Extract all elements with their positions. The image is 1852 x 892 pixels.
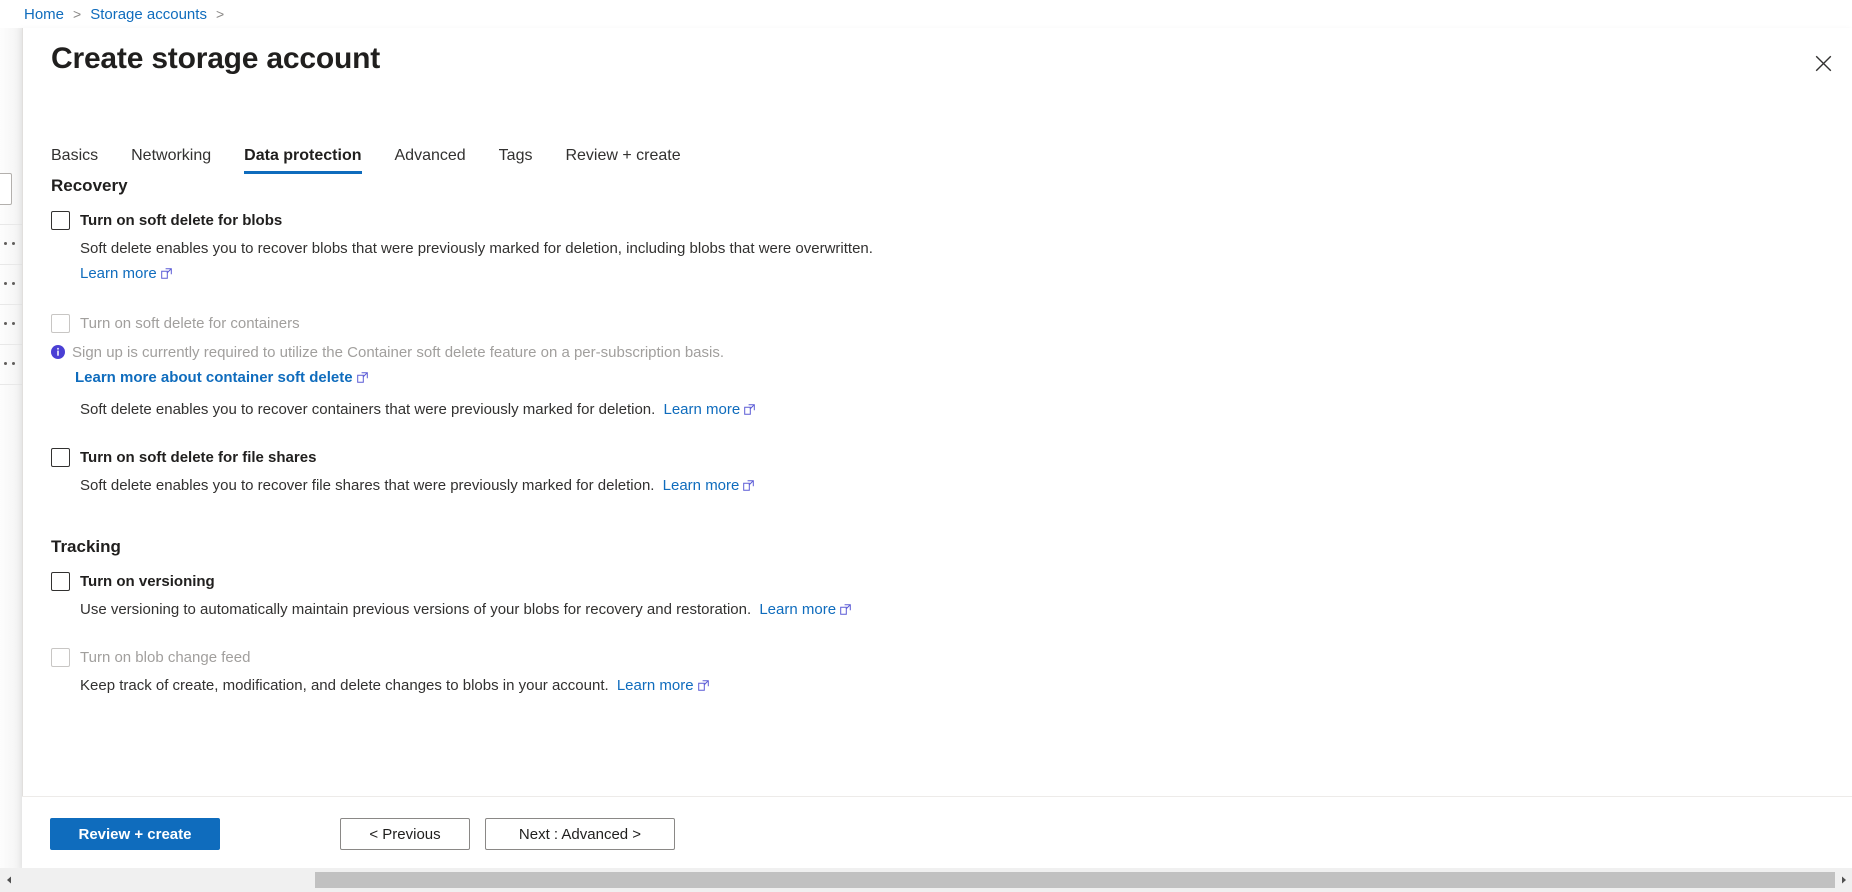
field-soft-delete-containers: Turn on soft delete for containers Sign … (51, 311, 1852, 421)
checkbox-versioning[interactable] (51, 572, 70, 591)
tab-advanced[interactable]: Advanced (395, 147, 466, 177)
background-input-field (0, 173, 12, 205)
description-text: Soft delete enables you to recover file … (80, 477, 654, 494)
learn-more-link-file-shares[interactable]: Learn more (663, 477, 740, 494)
checkbox-soft-delete-blobs[interactable] (51, 211, 70, 230)
external-link-icon (698, 677, 709, 697)
info-message-text: Sign up is currently required to utilize… (72, 343, 724, 362)
breadcrumb: Home > Storage accounts > (0, 0, 1852, 28)
wizard-footer: Review + create < Previous Next : Advanc… (22, 796, 1852, 868)
background-list-row (0, 384, 22, 424)
tab-networking[interactable]: Networking (131, 147, 211, 177)
description-blob-change-feed: Keep track of create, modification, and … (80, 676, 1852, 697)
wizard-tabs: Basics Networking Data protection Advanc… (51, 133, 681, 177)
description-soft-delete-containers: Soft delete enables you to recover conta… (80, 400, 1852, 421)
breadcrumb-item-storage-accounts[interactable]: Storage accounts (90, 6, 207, 23)
ellipsis-icon (4, 242, 15, 245)
checkbox-soft-delete-file-shares[interactable] (51, 448, 70, 467)
description-text: Keep track of create, modification, and … (80, 677, 609, 694)
ellipsis-icon (4, 282, 15, 285)
checkbox-label-soft-delete-containers: Turn on soft delete for containers (80, 315, 300, 332)
learn-more-wrapper-blobs: Learn more (80, 264, 1852, 285)
scrollbar-thumb[interactable] (315, 872, 1835, 888)
review-create-button[interactable]: Review + create (50, 818, 220, 850)
checkbox-label-soft-delete-blobs: Turn on soft delete for blobs (80, 212, 282, 229)
field-versioning: Turn on versioning Use versioning to aut… (51, 569, 1852, 621)
checkbox-label-blob-change-feed: Turn on blob change feed (80, 649, 250, 666)
checkbox-row-versioning[interactable]: Turn on versioning (51, 569, 1852, 593)
checkbox-label-soft-delete-file-shares: Turn on soft delete for file shares (80, 449, 316, 466)
background-list-row (0, 264, 22, 304)
field-soft-delete-file-shares: Turn on soft delete for file shares Soft… (51, 445, 1852, 497)
description-text: Soft delete enables you to recover conta… (80, 401, 655, 418)
section-heading-recovery: Recovery (51, 176, 1852, 196)
checkbox-row-soft-delete-containers: Turn on soft delete for containers (51, 311, 1852, 335)
background-list-panel (0, 28, 22, 868)
learn-more-link-versioning[interactable]: Learn more (759, 601, 836, 618)
scroll-right-arrow-icon[interactable] (1835, 868, 1852, 892)
breadcrumb-item-home[interactable]: Home (24, 6, 64, 23)
close-icon[interactable] (1802, 42, 1844, 84)
description-text: Use versioning to automatically maintain… (80, 601, 751, 618)
azure-portal-blade-screen: Home > Storage accounts > Create storage… (0, 0, 1852, 892)
info-icon (51, 345, 65, 364)
learn-more-link-change-feed[interactable]: Learn more (617, 677, 694, 694)
description-soft-delete-blobs: Soft delete enables you to recover blobs… (80, 239, 1852, 285)
description-versioning: Use versioning to automatically maintain… (80, 600, 1852, 621)
next-advanced-button[interactable]: Next : Advanced > (485, 818, 675, 850)
tab-basics[interactable]: Basics (51, 147, 98, 177)
page-title: Create storage account (51, 42, 380, 76)
field-blob-change-feed: Turn on blob change feed Keep track of c… (51, 645, 1852, 697)
previous-button[interactable]: < Previous (340, 818, 470, 850)
external-link-icon (357, 369, 368, 388)
learn-more-about-container-soft-delete-link[interactable]: Learn more about container soft delete (75, 369, 353, 386)
external-link-icon (161, 265, 172, 285)
external-link-icon (744, 401, 755, 421)
background-list-row (0, 344, 22, 384)
horizontal-scrollbar[interactable] (0, 868, 1852, 892)
checkbox-row-soft-delete-file-shares[interactable]: Turn on soft delete for file shares (51, 445, 1852, 469)
learn-more-link-containers[interactable]: Learn more (664, 401, 741, 418)
checkbox-label-versioning: Turn on versioning (80, 573, 215, 590)
create-storage-account-blade: Create storage account Basics Networking… (22, 28, 1852, 868)
field-soft-delete-blobs: Turn on soft delete for blobs Soft delet… (51, 208, 1852, 285)
info-message-container-signup: Sign up is currently required to utilize… (51, 343, 1852, 364)
ellipsis-icon (4, 362, 15, 365)
checkbox-soft-delete-containers (51, 314, 70, 333)
tab-review-create[interactable]: Review + create (565, 147, 680, 177)
background-list-row (0, 224, 22, 264)
ellipsis-icon (4, 322, 15, 325)
description-soft-delete-file-shares: Soft delete enables you to recover file … (80, 476, 1852, 497)
breadcrumb-separator-trailing: > (216, 6, 224, 22)
background-list-row (0, 304, 22, 344)
scroll-left-arrow-icon[interactable] (0, 868, 17, 892)
checkbox-blob-change-feed (51, 648, 70, 667)
checkbox-row-soft-delete-blobs[interactable]: Turn on soft delete for blobs (51, 208, 1852, 232)
tab-tags[interactable]: Tags (499, 147, 533, 177)
checkbox-row-blob-change-feed: Turn on blob change feed (51, 645, 1852, 669)
description-text: Soft delete enables you to recover blobs… (80, 240, 873, 257)
section-heading-tracking: Tracking (51, 537, 1852, 557)
breadcrumb-separator: > (73, 6, 81, 22)
tab-data-protection[interactable]: Data protection (244, 147, 361, 177)
scrollbar-track[interactable] (17, 868, 1835, 892)
external-link-icon (743, 477, 754, 497)
info-learn-more-line: Learn more about container soft delete (75, 368, 1852, 388)
data-protection-form: Recovery Turn on soft delete for blobs S… (51, 176, 1852, 772)
external-link-icon (840, 601, 851, 621)
learn-more-link-blobs[interactable]: Learn more (80, 265, 157, 282)
